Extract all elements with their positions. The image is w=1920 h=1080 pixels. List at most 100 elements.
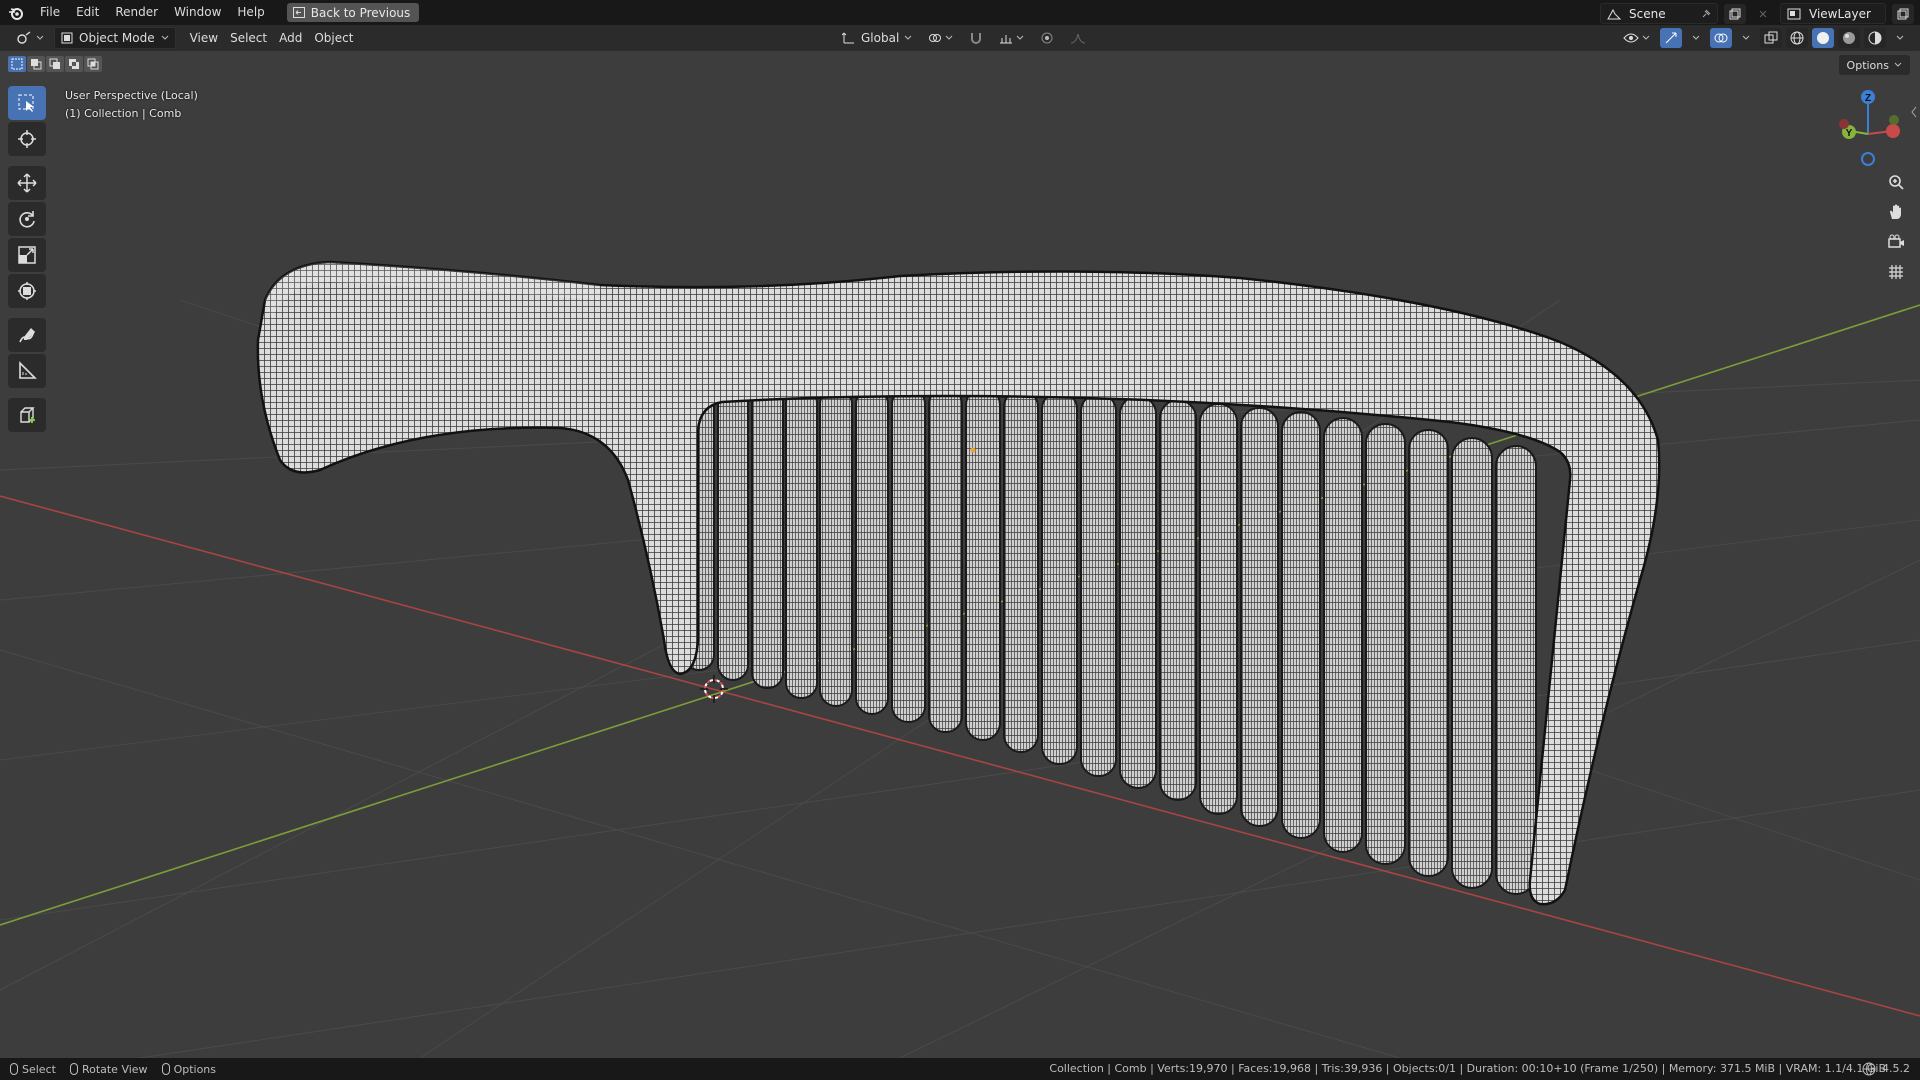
scene-selector[interactable]: Scene [1600,3,1718,24]
comb-tooth[interactable] [717,383,749,681]
rotate-icon[interactable] [8,202,46,236]
pin-icon[interactable] [1701,9,1711,19]
editor-type-icon [17,31,31,44]
rendered-sphere-icon [1868,31,1882,45]
move-icon[interactable] [8,166,46,200]
select-intersect-icon[interactable] [84,56,102,72]
comb-tooth[interactable] [819,387,853,707]
menu-file[interactable]: File [32,0,68,25]
select-subtract-icon[interactable] [46,56,64,72]
3d-cursor-icon[interactable] [700,675,728,703]
snap-target-dropdown[interactable] [993,28,1030,48]
scene-statistics: Collection | Comb | Verts:19,970 | Faces… [1049,1062,1886,1075]
comb-tooth[interactable] [891,387,926,723]
viewport-info: User Perspective (Local) (1) Collection … [65,87,198,123]
comb-mesh[interactable] [256,260,1661,906]
select-difference-icon[interactable] [65,56,83,72]
viewport-header: Object Mode View Select Add Object Globa… [0,25,1920,51]
camera-icon[interactable] [1881,230,1911,254]
menu-object[interactable]: Object [308,28,359,48]
viewport-3d[interactable] [0,51,1920,1058]
comb-tooth[interactable] [785,387,818,699]
new-scene-icon[interactable] [1724,3,1746,24]
overlays-toggle[interactable] [1710,28,1732,48]
gizmo-toggle[interactable] [1660,28,1682,48]
comb-tooth[interactable] [1323,417,1363,853]
transform-orientation-dropdown[interactable]: Global [836,28,918,48]
remove-scene-icon[interactable] [1752,4,1774,24]
view-layer-selector[interactable]: ViewLayer [1780,3,1886,24]
visibility-dropdown[interactable] [1617,28,1656,48]
comb-tooth[interactable] [965,387,1001,741]
neg-z-axis-handle[interactable] [1861,152,1875,166]
navigation-gizmo[interactable]: Z Y [1834,84,1918,174]
comb-tooth[interactable] [1080,393,1117,777]
comb-tooth[interactable] [1365,423,1406,865]
back-to-previous-button[interactable]: Back to Previous [286,3,420,22]
new-view-layer-icon[interactable] [1892,3,1914,24]
menu-window[interactable]: Window [166,0,229,25]
comb-tooth[interactable] [1159,399,1197,801]
comb-tooth[interactable] [1041,391,1078,765]
object-mode-dropdown[interactable]: Object Mode [54,27,176,49]
shading-rendered[interactable] [1864,28,1886,48]
comb-tooth[interactable] [1119,395,1157,789]
xray-toggle[interactable] [1760,28,1782,48]
editor-type-button[interactable] [10,28,50,48]
comb-teeth[interactable] [683,379,1537,895]
select-new-icon[interactable] [8,56,26,72]
measure-icon[interactable] [8,354,46,388]
shading-material[interactable] [1838,28,1860,48]
scene-icon [1607,8,1621,19]
x-axis-handle[interactable] [1886,124,1900,138]
menu-add[interactable]: Add [273,28,308,48]
orientation-label: Global [861,31,900,45]
shading-dropdown[interactable] [1890,28,1910,48]
gizmo-dropdown[interactable] [1686,28,1706,48]
collection-object-label: (1) Collection | Comb [65,107,182,120]
select-box-icon[interactable] [8,86,46,120]
shading-wireframe[interactable] [1786,28,1808,48]
menu-help[interactable]: Help [229,0,272,25]
comb-tooth[interactable] [855,387,889,715]
proportional-falloff-dropdown[interactable] [1064,28,1092,48]
select-extend-icon[interactable] [27,56,45,72]
zoom-icon[interactable] [1881,170,1911,194]
scale-icon[interactable] [8,238,46,272]
overlays-dropdown[interactable] [1736,28,1756,48]
back-icon [292,7,305,18]
menu-edit[interactable]: Edit [68,0,107,25]
menu-select[interactable]: Select [224,28,273,48]
comb-tooth[interactable] [1240,407,1279,827]
proportional-edit-toggle[interactable] [1034,28,1060,48]
pan-hand-icon[interactable] [1881,200,1911,224]
comb-tooth[interactable] [1003,389,1039,753]
menu-render[interactable]: Render [107,0,166,25]
add-cube-icon[interactable] [8,398,46,432]
comb-tooth[interactable] [1451,437,1493,889]
mouse-left-icon [10,1063,18,1075]
view-layer-name: ViewLayer [1809,6,1871,21]
shading-solid[interactable] [1812,28,1834,48]
comb-tooth[interactable] [928,387,963,733]
annotate-icon[interactable] [8,318,46,352]
menu-view[interactable]: View [184,28,224,48]
grid-ortho-icon[interactable] [1881,260,1911,284]
cursor-icon[interactable] [8,122,46,156]
status-options-hint: Options [161,1063,216,1076]
neg-y-axis-handle[interactable] [1889,115,1899,125]
snap-toggle[interactable] [963,28,989,48]
neg-x-axis-handle[interactable] [1839,119,1849,129]
comb-tooth[interactable] [1281,411,1321,839]
blender-logo-icon[interactable] [0,0,32,25]
sidebar-toggle-icon[interactable] [1910,104,1918,118]
options-dropdown[interactable]: Options [1838,55,1910,75]
chevron-down-icon [904,35,912,40]
comb-tooth[interactable] [1495,445,1537,895]
comb-tooth[interactable] [1408,429,1449,877]
transform-icon[interactable] [8,274,46,308]
pivot-point-dropdown[interactable] [922,28,959,48]
viewport-nav-tools [1881,170,1911,284]
comb-tooth[interactable] [751,385,784,689]
comb-tooth[interactable] [1199,403,1238,815]
